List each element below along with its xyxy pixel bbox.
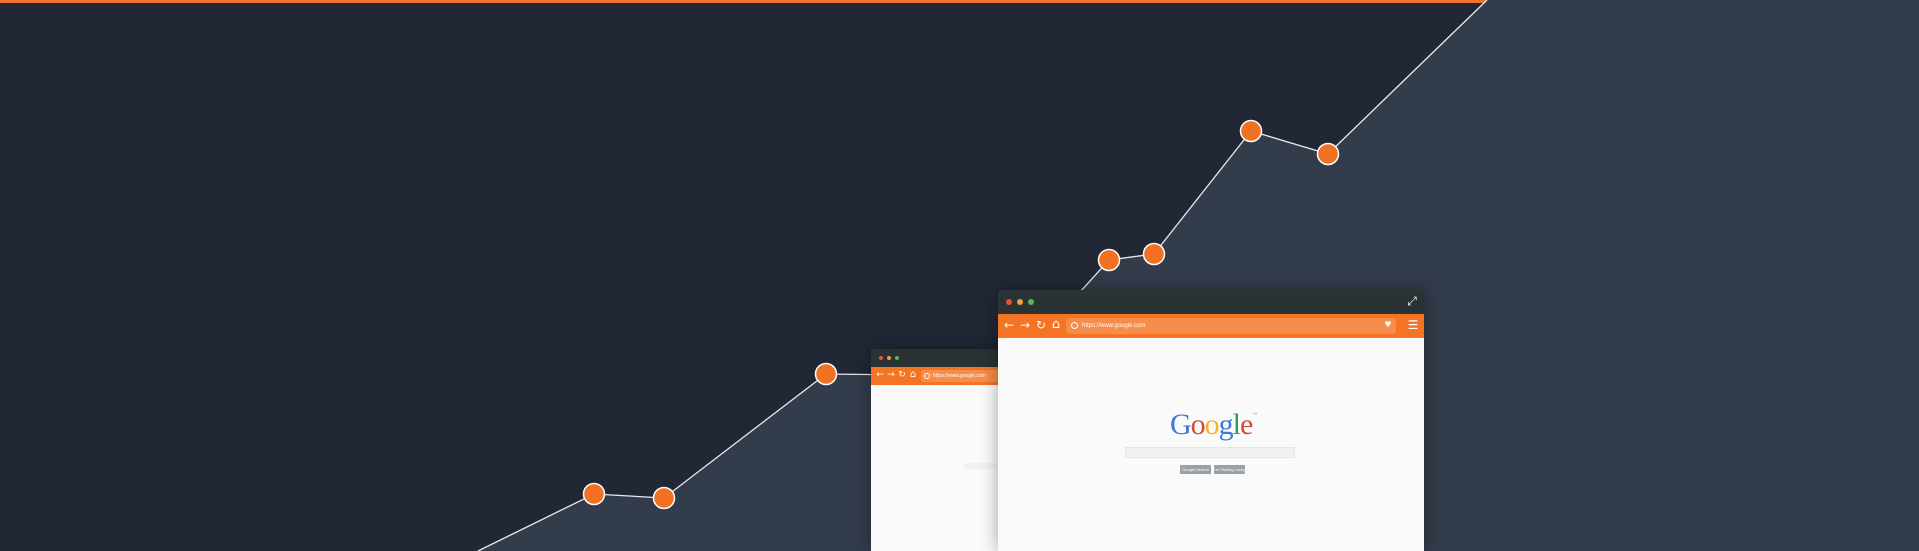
back-browser-titlebar — [871, 349, 999, 367]
data-point — [1142, 242, 1166, 266]
back-search-box — [964, 463, 998, 469]
data-point — [1239, 119, 1263, 143]
data-point — [814, 362, 838, 386]
back-browser-viewport — [871, 385, 999, 551]
feeling-lucky-button[interactable]: I'm Feeling Lucky — [1214, 465, 1245, 474]
maximize-dot[interactable] — [895, 356, 899, 360]
back-browser-toolbar: ← → ↻ ⌂ https://www.google.com — [871, 367, 999, 385]
data-point — [582, 482, 606, 506]
data-point — [1097, 248, 1121, 272]
data-point — [652, 486, 676, 510]
back-url-bar[interactable]: https://www.google.com — [921, 370, 999, 382]
data-point — [1316, 142, 1340, 166]
home-icon[interactable]: ⌂ — [1050, 318, 1062, 331]
front-url-bar[interactable]: https://www.google.com ♥ — [1066, 318, 1396, 334]
google-search-button[interactable]: Google Search — [1180, 465, 1211, 474]
home-icon[interactable]: ⌂ — [909, 370, 917, 380]
minimize-dot[interactable] — [1017, 299, 1023, 305]
google-logo-letter: o — [1204, 408, 1220, 441]
back-browser-window: ← → ↻ ⌂ https://www.google.com — [871, 349, 999, 551]
hero-stage: ← → ↻ ⌂ https://www.google.com ⤢ ← → ↻ ⌂ — [0, 0, 1919, 551]
back-arrow-icon[interactable]: ← — [876, 371, 884, 380]
google-logo-letter: g — [1218, 408, 1234, 441]
back-url-text: https://www.google.com — [933, 373, 986, 379]
google-logo-letter: G — [1170, 408, 1192, 441]
forward-arrow-icon[interactable]: → — [1019, 319, 1031, 331]
front-browser-viewport: Google™ Google Search I'm Feeling Lucky — [998, 338, 1424, 551]
maximize-dot[interactable] — [1028, 299, 1034, 305]
fullscreen-icon[interactable]: ⤢ — [1406, 295, 1418, 307]
close-dot[interactable] — [1006, 299, 1012, 305]
forward-arrow-icon[interactable]: → — [887, 371, 895, 380]
google-logo-letters: Google — [1170, 408, 1253, 441]
reload-icon[interactable]: ↻ — [898, 371, 906, 380]
front-browser-window: ⤢ ← → ↻ ⌂ https://www.google.com ♥ ☰ Goo… — [998, 290, 1424, 551]
front-browser-titlebar: ⤢ — [998, 290, 1424, 314]
trademark-mark: ™ — [1252, 412, 1257, 418]
front-url-text: https://www.google.com — [1082, 323, 1146, 329]
back-arrow-icon[interactable]: ← — [1003, 319, 1015, 331]
google-search-input[interactable] — [1125, 447, 1295, 458]
google-logo: Google™ — [1170, 408, 1257, 442]
menu-icon[interactable]: ☰ — [1407, 319, 1419, 331]
minimize-dot[interactable] — [887, 356, 891, 360]
google-logo-letter: l — [1232, 408, 1241, 441]
close-dot[interactable] — [879, 356, 883, 360]
reload-icon[interactable]: ↻ — [1035, 319, 1047, 331]
google-logo-letter: e — [1240, 408, 1253, 441]
front-browser-toolbar: ← → ↻ ⌂ https://www.google.com ♥ ☰ — [998, 314, 1424, 338]
google-logo-letter: o — [1190, 408, 1206, 441]
bookmark-heart-icon[interactable]: ♥ — [1384, 321, 1392, 329]
search-icon — [924, 373, 930, 379]
search-icon — [1071, 322, 1078, 329]
